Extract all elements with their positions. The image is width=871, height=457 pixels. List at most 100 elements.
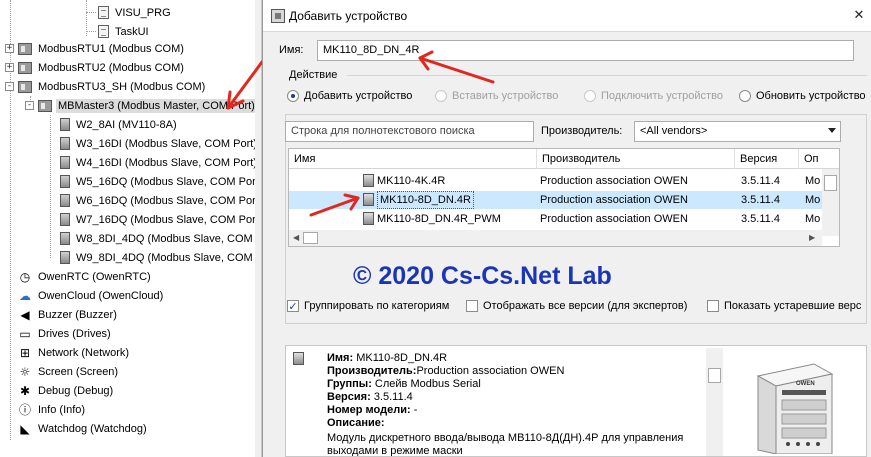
column-header-version[interactable]: Версия	[735, 149, 799, 169]
grid-horizontal-scrollbar[interactable]: ◀ ▶	[289, 230, 822, 246]
table-row-selected[interactable]: MK110-8D_DN.4R Production association OW…	[289, 191, 839, 209]
tree-item-label: Network (Network)	[38, 346, 130, 359]
tree-item-label: VISU_PRG	[115, 6, 171, 19]
expand-toggle[interactable]: +	[5, 44, 14, 53]
document-icon	[98, 25, 109, 38]
info-scrollbar[interactable]	[706, 348, 723, 456]
chevron-down-icon	[828, 128, 836, 133]
tree-item-w7[interactable]: W7_16DQ (Modbus Slave, COM Port	[60, 210, 261, 229]
scroll-right-icon[interactable]: ▶	[809, 234, 815, 242]
action-group-label: Действие	[289, 69, 338, 81]
checkbox-show-all-versions[interactable]: Отображать все версии (для экспертов)	[466, 300, 687, 312]
tree-item-w6[interactable]: W6_16DQ (Modbus Slave, COM Port	[60, 191, 261, 210]
tree-item-w9[interactable]: W9_8DI_4DQ (Modbus Slave, COM P	[60, 248, 262, 267]
grid-vertical-scrollbar[interactable]	[822, 169, 839, 236]
module-icon	[60, 118, 70, 131]
tree-connector	[86, 31, 96, 32]
scroll-thumb[interactable]	[824, 175, 837, 191]
tree-connector	[50, 115, 51, 258]
tree-item-modbusrtu2[interactable]: ModbusRTU2 (Modbus COM)	[18, 58, 186, 77]
expand-toggle[interactable]: +	[5, 63, 14, 72]
column-header-name[interactable]: Имя	[289, 149, 537, 169]
network-icon: ⊞	[19, 345, 31, 360]
info-value: -	[410, 404, 418, 416]
row-vendor: Production association OWEN	[540, 175, 688, 187]
info-icon: ⓘ	[18, 402, 31, 417]
tree-connector	[86, 12, 96, 13]
tree-item-w4[interactable]: W4_16DI (Modbus Slave, COM Port)	[60, 153, 259, 172]
tree-item-network[interactable]: ⊞ Network (Network)	[18, 343, 131, 362]
tree-item-info[interactable]: ⓘ Info (Info)	[18, 400, 87, 419]
tree-item-label: W8_8DI_4DQ (Modbus Slave, COM P	[76, 232, 262, 245]
collapse-toggle[interactable]: -	[5, 82, 14, 91]
row-description: Mo	[805, 175, 821, 187]
tree-item-modbusrtu1[interactable]: ModbusRTU1 (Modbus COM)	[18, 39, 186, 58]
info-key: Имя:	[327, 352, 354, 364]
tree-item-drives[interactable]: ▭ Drives (Drives)	[18, 324, 113, 343]
module-icon	[60, 232, 70, 245]
tree-item-owenrtc[interactable]: ◷ OwenRTC (OwenRTC)	[18, 267, 153, 286]
tree-item-label: ModbusRTU3_SH (Modbus COM)	[38, 80, 206, 93]
tree-scrollbar[interactable]	[255, 0, 261, 457]
tree-item-w3[interactable]: W3_16DI (Modbus Slave, COM Port)	[60, 134, 259, 153]
device-name-input[interactable]: MK110_8D_DN_4R	[317, 40, 854, 61]
dialog-titlebar[interactable]: Добавить устройство ✕	[263, 0, 871, 32]
close-button[interactable]: ✕	[849, 8, 869, 24]
tree-item-label: W4_16DI (Modbus Slave, COM Port)	[76, 156, 257, 169]
info-value: MK110-8D_DN.4R	[356, 352, 448, 364]
row-description: Mo	[805, 213, 821, 225]
module-icon	[60, 156, 70, 169]
row-vendor: Production association OWEN	[540, 194, 688, 206]
tree-item-label: Info (Info)	[38, 403, 86, 416]
vendor-selected-value: <All vendors>	[640, 125, 708, 137]
column-header-description[interactable]: Оп	[799, 149, 823, 169]
project-tree: + + - - VISU_PRG TaskUI ModbusRTU1 (Modb…	[0, 0, 262, 457]
scroll-thumb[interactable]	[303, 232, 318, 244]
row-version: 3.5.11.4	[741, 213, 780, 225]
tree-item-w8[interactable]: W8_8DI_4DQ (Modbus Slave, COM P	[60, 229, 262, 248]
radio-add-device[interactable]: Добавить устройство	[287, 90, 412, 102]
module-icon	[363, 212, 374, 225]
tree-item-owencloud[interactable]: ☁ OwenCloud (OwenCloud)	[18, 286, 165, 305]
tree-item-watchdog[interactable]: ◣ Watchdog (Watchdog)	[18, 419, 149, 438]
watchdog-icon: ◣	[20, 421, 30, 436]
radio-insert-device[interactable]: Вставить устройство	[435, 90, 558, 102]
tree-item-mbmaster3[interactable]: MBMaster3 (Modbus Master, COM Port)	[38, 96, 257, 115]
tree-item-label: OwenRTC (OwenRTC)	[38, 270, 151, 283]
tree-item-w5[interactable]: W5_16DQ (Modbus Slave, COM Port	[60, 172, 261, 191]
radio-indicator	[435, 90, 447, 102]
add-device-dialog: Добавить устройство ✕ Имя: MK110_8D_DN_4…	[262, 0, 871, 457]
table-row[interactable]: MK110-4K.4R Production association OWEN …	[289, 172, 839, 190]
checkbox-show-obsolete[interactable]: Показать устаревшие верс	[707, 300, 861, 312]
vendor-select[interactable]: <All vendors>	[634, 121, 841, 142]
row-name: MK110-8D_DN.4R_PWM	[377, 213, 501, 225]
collapse-toggle[interactable]: -	[25, 101, 34, 110]
module-icon	[60, 251, 70, 264]
tree-item-modbusrtu3-sh[interactable]: ModbusRTU3_SH (Modbus COM)	[18, 77, 207, 96]
tree-item-screen[interactable]: ☼ Screen (Screen)	[18, 362, 120, 381]
scroll-thumb[interactable]	[708, 368, 721, 383]
info-key: Группы:	[327, 378, 372, 390]
radio-update-device[interactable]: Обновить устройство	[739, 90, 866, 102]
device-image: OWEN	[756, 363, 834, 454]
column-header-vendor[interactable]: Производитель	[537, 149, 735, 169]
table-row[interactable]: MK110-8D_DN.4R_PWM Production associatio…	[289, 210, 839, 228]
info-model-row: Номер модели: -	[327, 404, 417, 416]
checkbox-group-by-category[interactable]: ✓ Группировать по категориям	[287, 300, 449, 312]
tree-item-visu-prg[interactable]: VISU_PRG	[98, 3, 173, 22]
tree-item-debug[interactable]: ✱ Debug (Debug)	[18, 381, 115, 400]
device-grid: Имя Производитель Версия Оп MK110-4K.4R …	[288, 148, 840, 247]
info-value: Production association OWEN	[416, 365, 565, 377]
tree-item-w2[interactable]: W2_8AI (MV110-8A)	[60, 115, 179, 134]
tree-item-label: Watchdog (Watchdog)	[38, 422, 147, 435]
tree-item-label: Drives (Drives)	[38, 327, 111, 340]
info-key: Номер модели:	[327, 404, 411, 416]
tree-item-buzzer[interactable]: ◀ Buzzer (Buzzer)	[18, 305, 119, 324]
scroll-left-icon[interactable]: ◀	[293, 234, 299, 242]
grid-header: Имя Производитель Версия Оп	[289, 149, 839, 169]
info-key: Версия:	[327, 391, 371, 403]
row-version: 3.5.11.4	[741, 175, 780, 187]
radio-plug-device[interactable]: Подключить устройство	[584, 90, 723, 102]
fulltext-search-input[interactable]: Строка для полнотекстового поиска	[285, 121, 534, 142]
tree-item-label: W9_8DI_4DQ (Modbus Slave, COM P	[76, 251, 262, 264]
